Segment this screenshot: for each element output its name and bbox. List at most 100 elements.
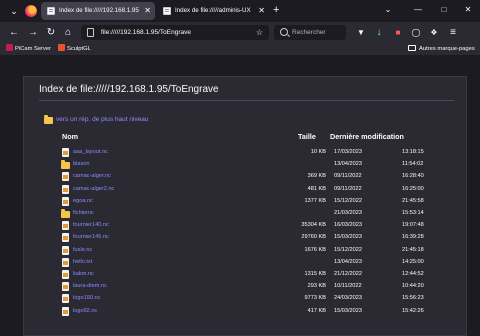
file-date: 13/04/2023 — [334, 161, 362, 168]
file-icon — [62, 184, 69, 194]
new-tab-plus-icon[interactable]: + — [273, 4, 279, 16]
raspberry-icon — [6, 44, 13, 51]
file-name-link[interactable]: logo92.nc — [73, 306, 97, 317]
file-icon — [62, 282, 69, 292]
firefox-logo-icon[interactable] — [25, 5, 37, 17]
other-bookmarks-folder[interactable]: Autres marque-pages — [408, 43, 475, 55]
home-icon[interactable]: ⌂ — [61, 26, 75, 40]
file-size: 293 KB — [307, 283, 326, 290]
file-name-link[interactable]: camac-alger.nc — [73, 171, 111, 182]
file-size: 417 KB — [307, 307, 326, 314]
table-row[interactable]: aaa_layout.nc 10 KB 17/03/2023 13:18:15 — [24, 147, 468, 158]
url-text[interactable]: file://///192.168.1.95/ToEngrave — [101, 25, 191, 40]
back-arrow-icon[interactable]: ← — [7, 26, 21, 40]
file-name-link[interactable]: laura-diem.nc — [73, 281, 107, 292]
file-time: 21:45:58 — [402, 197, 424, 204]
column-header-name[interactable]: Nom — [62, 132, 78, 142]
table-row[interactable]: camac-alger2.nc 481 KB 09/11/2022 16:25:00 — [24, 184, 468, 195]
tab-title: Index de file://///192.168.1.95/ToEngrav… — [59, 7, 139, 14]
page-title: Index de file://///192.168.1.95/ToEngrav… — [39, 83, 454, 101]
column-header-modified[interactable]: Dernière modification — [330, 132, 404, 142]
table-row[interactable]: fichiernc 21/03/2023 15:53:14 — [24, 208, 468, 219]
table-row[interactable]: camac-alger.nc 369 KB 09/11/2022 16:28:40 — [24, 171, 468, 182]
file-name-link[interactable]: fournier140.nc — [73, 220, 109, 231]
bookmark-sculptgl[interactable]: SculptGL — [58, 43, 91, 55]
close-tab-icon[interactable]: ✕ — [144, 2, 151, 20]
search-bar[interactable]: Rechercher — [274, 25, 346, 40]
file-name-link[interactable]: fournier145.nc — [73, 232, 109, 243]
file-name-link[interactable]: camac-alger2.nc — [73, 184, 114, 195]
file-date: 24/03/2023 — [334, 295, 362, 302]
file-name-link[interactable]: egoa.nc — [73, 196, 93, 207]
file-size: 481 KB — [307, 185, 326, 192]
file-icon — [62, 306, 69, 316]
table-row[interactable]: fusle.nc 1676 KB 15/12/2022 21:45:18 — [24, 245, 468, 256]
file-time: 15:42:26 — [402, 307, 424, 314]
column-header-size[interactable]: Taille — [298, 132, 316, 142]
table-row[interactable]: fournier145.nc 29760 KB 15/03/2023 16:39:28 — [24, 232, 468, 243]
page-icon — [87, 28, 94, 37]
file-size: 35304 KB — [301, 222, 326, 229]
file-size: 369 KB — [307, 173, 326, 180]
search-placeholder: Rechercher — [292, 29, 326, 36]
other-bookmarks-label: Autres marque-pages — [419, 46, 475, 52]
table-row[interactable]: laura-diem.nc 293 KB 10/11/2022 10:44:20 — [24, 281, 468, 292]
file-name-link[interactable]: blason — [73, 159, 89, 170]
table-row[interactable]: logo190.nc 9773 KB 24/03/2023 15:56:23 — [24, 293, 468, 304]
minimize-icon[interactable]: — — [411, 3, 425, 17]
file-date: 15/12/2022 — [334, 246, 362, 253]
file-icon — [62, 172, 69, 182]
directory-listing: Index de file://///192.168.1.95/ToEngrav… — [23, 76, 467, 336]
hamburger-menu-icon[interactable]: ≡ — [446, 26, 460, 40]
file-time: 11:54:02 — [402, 161, 424, 168]
bookmark-label: PiCam Server — [15, 46, 52, 52]
file-icon — [62, 233, 69, 243]
file-name-link[interactable]: hello.txt — [73, 257, 92, 268]
file-date: 09/11/2022 — [334, 185, 362, 192]
file-time: 21:45:18 — [402, 246, 424, 253]
bookmark-label: SculptGL — [67, 46, 91, 52]
extensions-puzzle-icon[interactable]: ❖ — [427, 26, 441, 40]
folder-icon — [61, 160, 70, 170]
bookmark-picam-server[interactable]: PiCam Server — [6, 43, 51, 55]
url-bar[interactable]: file://///192.168.1.95/ToEngrave ☆ — [81, 25, 269, 40]
tab-adminis[interactable]: Index de file://///adminis-UX ✕ — [157, 2, 269, 20]
table-row[interactable]: logo92.nc 417 KB 15/03/2023 15:42:26 — [24, 306, 468, 317]
file-name-link[interactable]: kakm.nc — [73, 269, 94, 280]
file-date: 15/03/2023 — [334, 307, 362, 314]
file-date: 15/12/2022 — [334, 197, 362, 204]
table-row[interactable]: kakm.nc 1315 KB 21/12/2022 12:44:52 — [24, 269, 468, 280]
file-time: 10:44:20 — [402, 283, 424, 290]
parent-directory-link[interactable]: vers un rép. de plus haut niveau — [56, 115, 149, 124]
downloads-arrow-icon[interactable]: ↓ — [372, 26, 386, 40]
close-window-icon[interactable]: ✕ — [461, 3, 475, 17]
file-name-link[interactable]: fichiernc — [73, 208, 94, 219]
bookmark-star-icon[interactable]: ☆ — [256, 25, 263, 40]
file-icon — [62, 270, 69, 279]
close-tab-icon[interactable]: ✕ — [258, 2, 265, 20]
file-name-link[interactable]: aaa_layout.nc — [73, 147, 108, 158]
file-icon — [62, 148, 69, 157]
file-name-link[interactable]: fusle.nc — [73, 245, 92, 256]
table-row[interactable]: egoa.nc 1377 KB 15/12/2022 21:45:58 — [24, 196, 468, 207]
list-all-tabs-button[interactable]: ⌄ — [381, 3, 395, 17]
file-time: 12:44:52 — [402, 271, 424, 277]
folder-icon — [61, 209, 70, 218]
tab-toengrave[interactable]: Index de file://///192.168.1.95/ToEngrav… — [41, 2, 155, 20]
table-row[interactable]: fournier140.nc 35304 KB 16/03/2023 19:07:48 — [24, 220, 468, 231]
extension-red-icon[interactable]: ■ — [391, 26, 405, 40]
list-all-tabs-chevron-icon[interactable]: ⌄ — [8, 5, 20, 17]
pocket-icon[interactable]: ▼ — [354, 26, 368, 40]
file-name-link[interactable]: logo190.nc — [73, 293, 100, 304]
maximize-icon[interactable]: □ — [437, 3, 451, 17]
table-row[interactable]: hello.txt 13/04/2023 14:25:00 — [24, 257, 468, 268]
reload-icon[interactable]: ↻ — [44, 26, 58, 40]
file-date: 13/04/2023 — [334, 258, 362, 265]
file-time: 16:39:28 — [402, 234, 424, 241]
file-time: 13:18:15 — [402, 149, 424, 155]
file-size: 9773 KB — [304, 295, 326, 302]
table-row[interactable]: blason 13/04/2023 11:54:02 — [24, 159, 468, 170]
account-icon[interactable]: ◯ — [409, 26, 423, 40]
tab-strip: ⌄ Index de file://///192.168.1.95/ToEngr… — [0, 0, 480, 22]
forward-arrow-icon[interactable]: → — [26, 26, 40, 40]
